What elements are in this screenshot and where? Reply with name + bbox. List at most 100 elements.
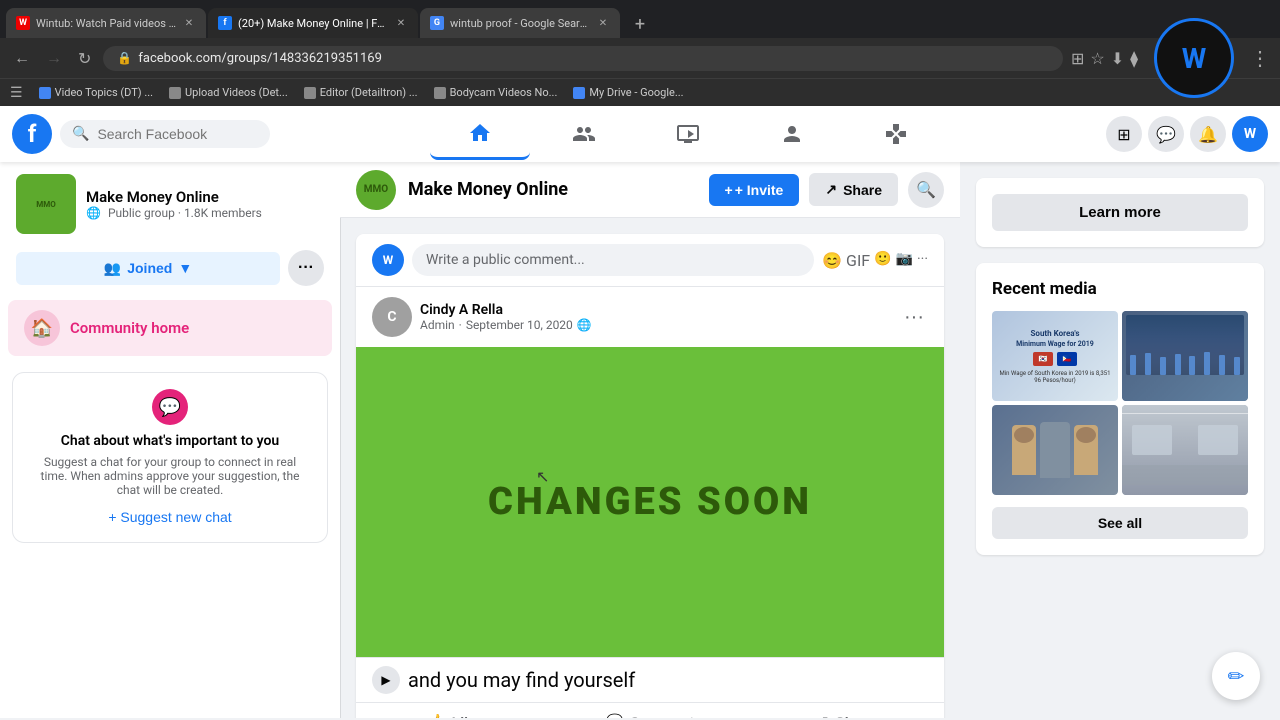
joined-chevron-icon: ▼ xyxy=(178,260,192,276)
fb-search-bar[interactable]: 🔍 xyxy=(60,120,270,148)
tab-2[interactable]: f (20+) Make Money Online | Fa... ✕ xyxy=(208,8,418,38)
bookmark-1[interactable]: Video Topics (DT) ... xyxy=(39,86,153,99)
gif-icon[interactable]: GIF xyxy=(846,251,870,270)
meta-dot: · xyxy=(459,318,462,332)
post-globe-icon: 🌐 xyxy=(577,318,592,332)
star-icon[interactable]: ☆ xyxy=(1090,49,1104,68)
learn-more-label: Learn more xyxy=(1079,204,1161,221)
suggest-chat-btn[interactable]: + Suggest new chat xyxy=(108,509,231,525)
bookmark-2[interactable]: Upload Videos (Det... xyxy=(169,86,288,99)
post-actions: 👍 Like 💬 Comment ↗ Share xyxy=(356,702,944,718)
share-group-btn[interactable]: ↗ Share xyxy=(809,173,898,206)
share-icon: ↗ xyxy=(825,181,837,198)
toolbar-icons: ⊞ ☆ ⬇ ⧫ W ⋮ xyxy=(1071,8,1270,108)
download-icon[interactable]: ⬇ xyxy=(1111,49,1124,68)
fb-logo[interactable]: f xyxy=(12,114,52,154)
learn-more-btn[interactable]: Learn more xyxy=(992,194,1248,231)
media-thumb-2[interactable] xyxy=(1122,311,1248,401)
notifications-btn[interactable]: 🔔 xyxy=(1190,116,1226,152)
bookmark-menu-icon[interactable]: ☰ xyxy=(10,85,23,101)
see-all-label: See all xyxy=(1098,515,1142,531)
fb-sidebar: MMO Make Money Online 🌐 Public group · 1… xyxy=(0,162,340,718)
address-bar: ← → ↻ 🔒 facebook.com/groups/148336219351… xyxy=(0,38,1280,78)
tab-1[interactable]: W Wintub: Watch Paid videos Onl... ✕ xyxy=(6,8,206,38)
comment-emoji-icons: 😊 GIF 🙂 📷 ··· xyxy=(822,251,928,270)
nav-forward-btn[interactable]: → xyxy=(42,44,66,72)
photo-icon[interactable]: 📷 xyxy=(896,251,913,270)
media-thumb-1[interactable]: South Korea's Minimum Wage for 2019 🇰🇷 🇵… xyxy=(992,311,1118,401)
search-input[interactable] xyxy=(97,126,237,142)
url-bar[interactable]: 🔒 facebook.com/groups/148336219351169 xyxy=(103,46,1063,71)
tab-close-1[interactable]: ✕ xyxy=(182,16,196,30)
share-btn[interactable]: ↗ Share xyxy=(748,703,944,718)
share-label: Share xyxy=(843,182,882,198)
like-label: Like xyxy=(452,714,480,719)
sticker-icon[interactable]: 🙂 xyxy=(874,251,891,270)
grid-menu-btn[interactable]: ⊞ xyxy=(1106,116,1142,152)
media-thumb-4[interactable] xyxy=(1122,405,1248,495)
extensions-icon[interactable]: ⧫ xyxy=(1130,49,1138,68)
see-all-media-btn[interactable]: See all xyxy=(992,507,1248,539)
nav-watch-btn[interactable] xyxy=(638,108,738,160)
user-profile-circle[interactable]: W xyxy=(1144,8,1244,108)
search-icon: 🔍 xyxy=(72,126,89,142)
menu-icon[interactable]: ⋮ xyxy=(1250,46,1270,70)
comment-input-field[interactable]: Write a public comment... xyxy=(412,244,814,276)
media-thumb-3[interactable] xyxy=(992,405,1118,495)
tab-label-3: wintub proof - Google Search xyxy=(450,17,590,30)
tab-close-2[interactable]: ✕ xyxy=(394,16,408,30)
tab-close-3[interactable]: ✕ xyxy=(596,16,610,30)
group-sidebar-name: Make Money Online xyxy=(86,188,262,206)
more-emoji-icon[interactable]: ··· xyxy=(917,251,928,270)
author-avatar: C xyxy=(372,297,412,337)
fb-right-sidebar: Learn more Recent media South Korea's Mi… xyxy=(960,162,1280,718)
author-meta: Admin · September 10, 2020 🌐 xyxy=(420,318,892,332)
messenger-btn[interactable]: 💬 xyxy=(1148,116,1184,152)
nav-back-btn[interactable]: ← xyxy=(10,44,34,72)
bookmark-5[interactable]: My Drive - Google... xyxy=(573,86,683,99)
comment-placeholder: Write a public comment... xyxy=(426,252,585,268)
fb-top-nav: f 🔍 ⊞ 💬 🔔 xyxy=(0,106,1280,162)
more-options-btn[interactable]: ··· xyxy=(288,250,324,286)
translate-icon[interactable]: ⊞ xyxy=(1071,49,1084,68)
fb-feed: MMO Make Money Online + + Invite ↗ Share… xyxy=(340,162,960,718)
invite-label: + Invite xyxy=(735,182,784,198)
feed-scroll: W Write a public comment... 😊 GIF 🙂 📷 ··… xyxy=(340,218,960,718)
suggest-chat-label: + Suggest new chat xyxy=(108,509,231,525)
user-account-btn[interactable]: W xyxy=(1232,116,1268,152)
comment-btn[interactable]: 💬 Comment xyxy=(552,703,748,718)
nav-people-btn[interactable] xyxy=(534,108,634,160)
joined-btn[interactable]: 👥 Joined ▼ xyxy=(16,252,280,285)
like-btn[interactable]: 👍 Like xyxy=(356,703,552,718)
nav-home-btn[interactable] xyxy=(430,108,530,160)
nav-profile-btn[interactable] xyxy=(742,108,842,160)
tab-favicon-2: f xyxy=(218,16,232,30)
chat-suggest-card: 💬 Chat about what's important to you Sug… xyxy=(12,372,328,543)
compose-btn[interactable]: ✏ xyxy=(1212,652,1260,700)
bookmark-3[interactable]: Editor (Detailtron) ... xyxy=(304,86,418,99)
comment-icon: 💬 xyxy=(606,713,623,718)
post-more-btn[interactable]: ··· xyxy=(900,302,928,333)
new-tab-btn[interactable]: + xyxy=(626,10,654,38)
joined-label: Joined xyxy=(127,260,172,276)
post-date: September 10, 2020 xyxy=(466,318,573,332)
sidebar-actions: 👥 Joined ▼ ··· xyxy=(0,246,340,298)
invite-plus-icon: + xyxy=(725,182,733,198)
browser-chrome: W Wintub: Watch Paid videos Onl... ✕ f (… xyxy=(0,0,1280,106)
tab-3[interactable]: G wintub proof - Google Search ✕ xyxy=(420,8,620,38)
nav-refresh-btn[interactable]: ↻ xyxy=(74,45,95,72)
group-header: MMO Make Money Online 🌐 Public group · 1… xyxy=(0,162,340,246)
nav-gaming-btn[interactable] xyxy=(846,108,946,160)
post-card: W Write a public comment... 😊 GIF 🙂 📷 ··… xyxy=(356,234,944,718)
bookmark-4[interactable]: Bodycam Videos No... xyxy=(434,86,558,99)
group-nav-name: Make Money Online xyxy=(408,179,568,200)
chat-suggest-description: Suggest a chat for your group to connect… xyxy=(29,455,311,497)
nav-icons-center xyxy=(278,108,1098,160)
emoji-icon[interactable]: 😊 xyxy=(822,251,842,270)
invite-btn[interactable]: + + Invite xyxy=(709,174,800,206)
fb-main: MMO Make Money Online 🌐 Public group · 1… xyxy=(0,162,1280,718)
sidebar-menu-item-community[interactable]: 🏠 Community home xyxy=(8,300,332,356)
author-role: Admin xyxy=(420,318,455,332)
search-group-btn[interactable]: 🔍 xyxy=(908,172,944,208)
group-sidebar-avatar: MMO xyxy=(16,174,76,234)
